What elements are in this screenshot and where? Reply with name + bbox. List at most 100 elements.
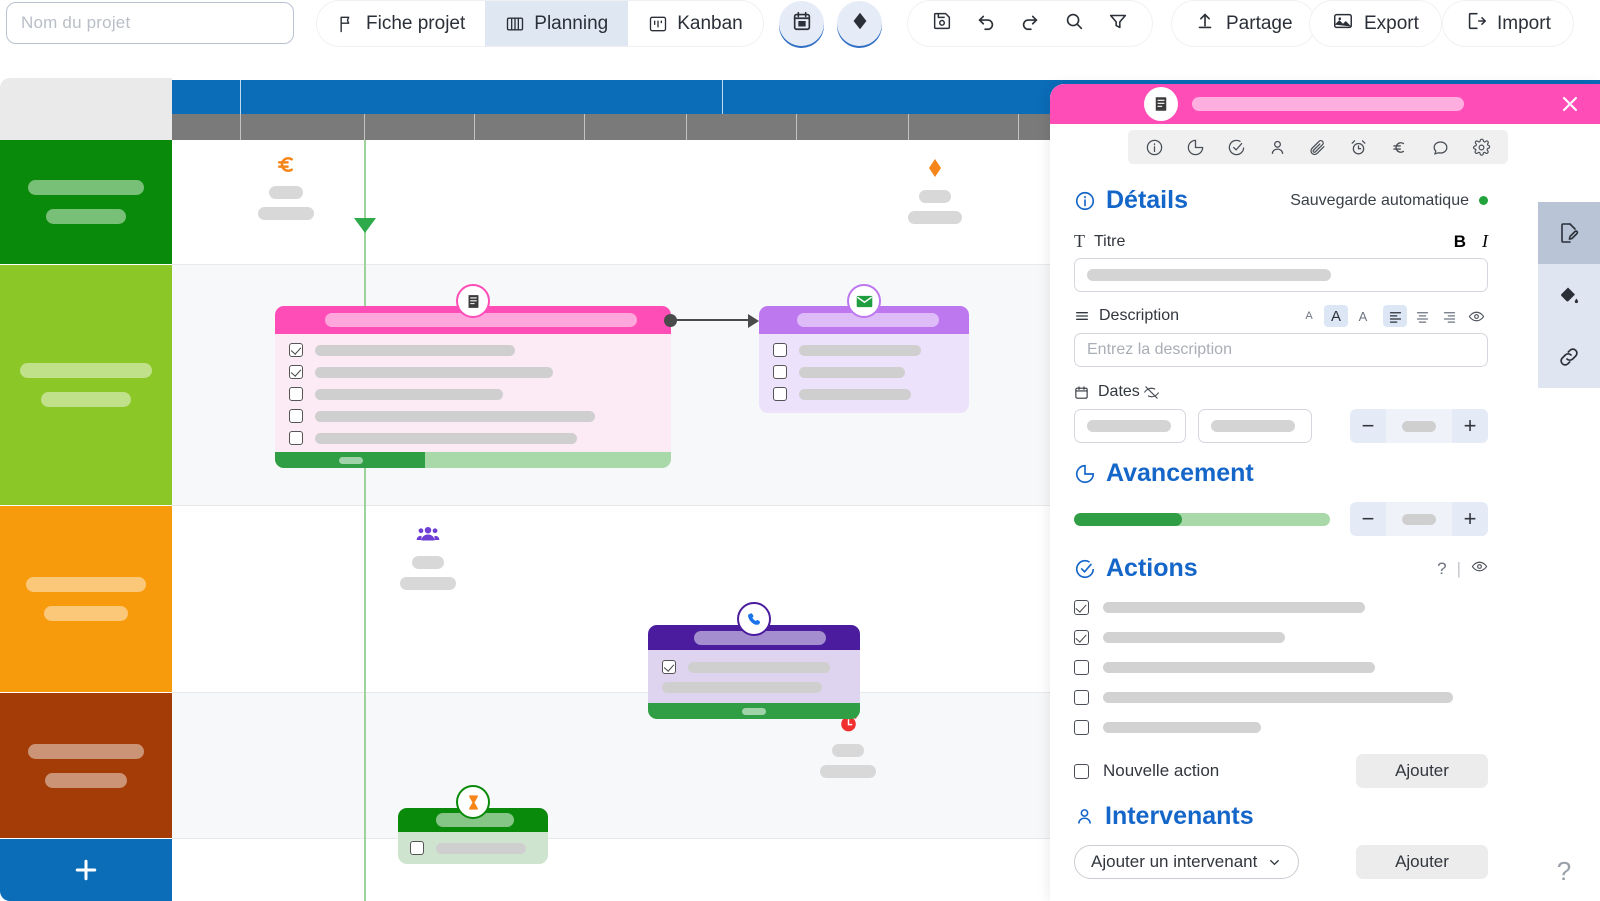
- tab-attachments[interactable]: [1303, 132, 1333, 162]
- checkbox[interactable]: [289, 365, 303, 379]
- actions-help-button[interactable]: ?: [1437, 559, 1446, 579]
- calendar-view-button[interactable]: [779, 1, 824, 46]
- checklist-item[interactable]: [662, 660, 846, 674]
- bold-button[interactable]: B: [1454, 232, 1466, 252]
- avancement-progress-bar[interactable]: [1074, 512, 1330, 526]
- rail-link[interactable]: [1538, 326, 1600, 388]
- close-panel-button[interactable]: [1558, 92, 1582, 121]
- description-input[interactable]: Entrez la description: [1074, 333, 1488, 367]
- font-size-medium-button[interactable]: A: [1324, 305, 1348, 327]
- intervenant-select[interactable]: Ajouter un intervenant: [1074, 845, 1300, 879]
- align-right-button[interactable]: [1437, 305, 1461, 327]
- checklist-item[interactable]: [289, 387, 655, 401]
- action-checkbox[interactable]: [1074, 600, 1089, 615]
- search-button[interactable]: [1054, 4, 1094, 44]
- tab-intervenants[interactable]: [1262, 132, 1292, 162]
- tab-planning[interactable]: Planning: [485, 1, 629, 46]
- tab-comments[interactable]: [1426, 132, 1456, 162]
- checklist-item[interactable]: [410, 841, 536, 855]
- save-button[interactable]: [922, 4, 962, 44]
- task-card-purple-progress[interactable]: [648, 703, 860, 719]
- card-badge-envelope[interactable]: [847, 284, 881, 318]
- checklist-item[interactable]: [289, 365, 655, 379]
- checkbox[interactable]: [410, 841, 424, 855]
- tab-fiche-projet[interactable]: Fiche projet: [317, 1, 486, 46]
- checkbox[interactable]: [289, 409, 303, 423]
- date-start-input[interactable]: [1074, 409, 1186, 443]
- gantt-row-brown[interactable]: [0, 693, 172, 838]
- export-button[interactable]: Export: [1310, 1, 1441, 46]
- redo-button[interactable]: [1010, 4, 1050, 44]
- checklist-item[interactable]: [289, 409, 655, 423]
- font-size-large-button[interactable]: A: [1351, 305, 1375, 327]
- checkbox[interactable]: [773, 343, 787, 357]
- help-button[interactable]: ?: [1542, 849, 1586, 893]
- milestone-euro[interactable]: [258, 150, 314, 220]
- checkbox[interactable]: [773, 365, 787, 379]
- gantt-row-green[interactable]: [0, 140, 172, 264]
- duration-increment-button[interactable]: +: [1452, 409, 1488, 443]
- avancement-increment-button[interactable]: +: [1452, 502, 1488, 536]
- milestone-button[interactable]: [837, 1, 882, 46]
- duration-value[interactable]: [1386, 409, 1452, 443]
- add-action-button[interactable]: Ajouter: [1356, 754, 1488, 788]
- tab-alerts[interactable]: [1344, 132, 1374, 162]
- card-badge-book[interactable]: [456, 284, 490, 318]
- avancement-value[interactable]: [1386, 502, 1452, 536]
- avancement-decrement-button[interactable]: −: [1350, 502, 1386, 536]
- filter-button[interactable]: [1098, 4, 1138, 44]
- new-action-checkbox[interactable]: [1074, 763, 1089, 779]
- undo-button[interactable]: [966, 4, 1006, 44]
- action-item[interactable]: [1074, 597, 1488, 618]
- checklist-item[interactable]: [773, 387, 953, 401]
- preview-description-button[interactable]: [1464, 305, 1488, 327]
- tab-settings[interactable]: [1466, 132, 1496, 162]
- action-item[interactable]: [1074, 657, 1488, 678]
- toggle-dates-visibility-button[interactable]: [1140, 381, 1164, 403]
- tab-details[interactable]: [1139, 132, 1169, 162]
- milestone-people[interactable]: [400, 520, 456, 590]
- checklist-item[interactable]: [773, 343, 953, 357]
- checkbox[interactable]: [289, 387, 303, 401]
- action-checkbox[interactable]: [1074, 690, 1089, 705]
- action-checkbox[interactable]: [1074, 660, 1089, 675]
- actions-visibility-button[interactable]: [1471, 558, 1488, 580]
- font-size-small-button[interactable]: A: [1297, 305, 1321, 327]
- checkbox[interactable]: [289, 431, 303, 445]
- action-checkbox[interactable]: [1074, 630, 1089, 645]
- task-card-pink[interactable]: [275, 306, 671, 468]
- tab-budget[interactable]: [1385, 132, 1415, 162]
- gantt-row-lime[interactable]: [0, 265, 172, 505]
- title-input[interactable]: [1074, 258, 1488, 292]
- task-card-purple[interactable]: [648, 625, 860, 719]
- align-center-button[interactable]: [1410, 305, 1434, 327]
- gantt-row-orange[interactable]: [0, 506, 172, 692]
- checklist-item[interactable]: [289, 343, 655, 357]
- checkbox[interactable]: [662, 660, 676, 674]
- action-checkbox[interactable]: [1074, 720, 1089, 735]
- checklist-item[interactable]: [289, 431, 655, 445]
- tab-actions[interactable]: [1221, 132, 1251, 162]
- card-badge-phone[interactable]: [737, 602, 771, 636]
- duration-decrement-button[interactable]: −: [1350, 409, 1386, 443]
- rail-edit-document[interactable]: [1538, 202, 1600, 264]
- action-item[interactable]: [1074, 627, 1488, 648]
- add-row-button[interactable]: [0, 839, 172, 901]
- task-card-violet[interactable]: [759, 306, 969, 413]
- project-name-input[interactable]: Nom du projet: [6, 2, 294, 44]
- align-left-button[interactable]: [1383, 305, 1407, 327]
- checklist-item[interactable]: [773, 365, 953, 379]
- action-item[interactable]: [1074, 717, 1488, 738]
- import-button[interactable]: Import: [1443, 1, 1573, 46]
- add-intervenant-button[interactable]: Ajouter: [1356, 845, 1488, 879]
- tab-kanban[interactable]: Kanban: [628, 1, 763, 46]
- checkbox[interactable]: [773, 387, 787, 401]
- rail-fill-color[interactable]: [1538, 264, 1600, 326]
- action-item[interactable]: [1074, 687, 1488, 708]
- checkbox[interactable]: [289, 343, 303, 357]
- tab-avancement[interactable]: [1180, 132, 1210, 162]
- card-badge-hourglass[interactable]: [456, 785, 490, 819]
- partage-button[interactable]: Partage: [1172, 1, 1315, 46]
- task-card-pink-progress[interactable]: [275, 452, 671, 468]
- italic-button[interactable]: I: [1482, 231, 1488, 252]
